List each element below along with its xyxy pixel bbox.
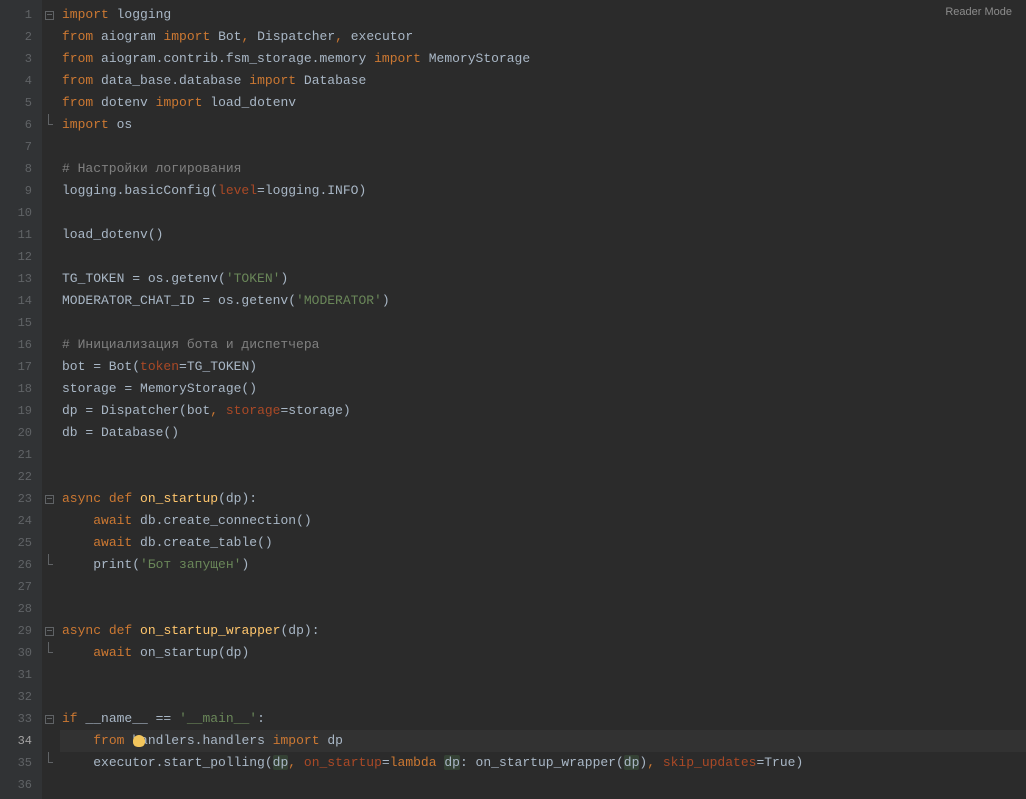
code-line[interactable] <box>60 774 1026 796</box>
code-line[interactable]: # Инициализация бота и диспетчера <box>60 334 1026 356</box>
line-number[interactable]: 26 <box>0 554 42 576</box>
code-line[interactable]: async def on_startup(dp): <box>60 488 1026 510</box>
code-line[interactable]: from aiogram import Bot, Dispatcher, exe… <box>60 26 1026 48</box>
line-number[interactable]: 2 <box>0 26 42 48</box>
code-line[interactable]: from data_base.database import Database <box>60 70 1026 92</box>
code-line[interactable]: if __name__ == '__main__': <box>60 708 1026 730</box>
code-line[interactable]: await db.create_table() <box>60 532 1026 554</box>
code-line[interactable]: print('Бот запущен') <box>60 554 1026 576</box>
line-number[interactable]: 30 <box>0 642 42 664</box>
fold-toggle-icon[interactable] <box>42 708 60 730</box>
code-line[interactable] <box>60 466 1026 488</box>
code-line[interactable] <box>60 444 1026 466</box>
code-editor[interactable]: 1 2 3 4 5 6 7 8 9 10 11 12 13 14 15 16 1… <box>0 0 1026 799</box>
line-number[interactable]: 18 <box>0 378 42 400</box>
code-line[interactable]: import logging <box>60 4 1026 26</box>
line-number[interactable]: 32 <box>0 686 42 708</box>
code-line[interactable]: from dotenv import load_dotenv <box>60 92 1026 114</box>
line-number[interactable]: 10 <box>0 202 42 224</box>
fold-end-icon <box>42 554 60 576</box>
code-line[interactable]: dp = Dispatcher(bot, storage=storage) <box>60 400 1026 422</box>
line-number[interactable]: 3 <box>0 48 42 70</box>
line-number[interactable]: 1 <box>0 4 42 26</box>
line-number[interactable]: 15 <box>0 312 42 334</box>
code-line[interactable]: MODERATOR_CHAT_ID = os.getenv('MODERATOR… <box>60 290 1026 312</box>
line-number[interactable]: 20 <box>0 422 42 444</box>
code-line[interactable] <box>60 246 1026 268</box>
line-number[interactable]: 28 <box>0 598 42 620</box>
code-line[interactable]: executor.start_polling(dp, on_startup=la… <box>60 752 1026 774</box>
code-line[interactable] <box>60 686 1026 708</box>
fold-end-icon <box>42 752 60 774</box>
line-number[interactable]: 5 <box>0 92 42 114</box>
line-number[interactable]: 21 <box>0 444 42 466</box>
lightbulb-icon[interactable] <box>133 735 145 747</box>
fold-toggle-icon[interactable] <box>42 488 60 510</box>
code-line[interactable]: TG_TOKEN = os.getenv('TOKEN') <box>60 268 1026 290</box>
line-number[interactable]: 23 <box>0 488 42 510</box>
code-line[interactable]: logging.basicConfig(level=logging.INFO) <box>60 180 1026 202</box>
code-line[interactable] <box>60 598 1026 620</box>
fold-toggle-icon[interactable] <box>42 620 60 642</box>
fold-end-icon <box>42 114 60 136</box>
line-number[interactable]: 4 <box>0 70 42 92</box>
line-number[interactable]: 24 <box>0 510 42 532</box>
code-line[interactable]: await on_startup(dp) <box>60 642 1026 664</box>
fold-toggle-icon[interactable] <box>42 4 60 26</box>
line-number[interactable]: 11 <box>0 224 42 246</box>
code-line[interactable] <box>60 136 1026 158</box>
line-number[interactable]: 6 <box>0 114 42 136</box>
reader-mode-button[interactable]: Reader Mode <box>945 6 1012 18</box>
line-number[interactable]: 13 <box>0 268 42 290</box>
line-number[interactable]: 27 <box>0 576 42 598</box>
line-number[interactable]: 16 <box>0 334 42 356</box>
code-line[interactable]: await db.create_connection() <box>60 510 1026 532</box>
code-line[interactable]: load_dotenv() <box>60 224 1026 246</box>
code-line[interactable]: import os <box>60 114 1026 136</box>
code-line[interactable] <box>60 664 1026 686</box>
line-number-gutter: 1 2 3 4 5 6 7 8 9 10 11 12 13 14 15 16 1… <box>0 0 42 799</box>
line-number[interactable]: 12 <box>0 246 42 268</box>
code-line[interactable] <box>60 576 1026 598</box>
code-line[interactable]: storage = MemoryStorage() <box>60 378 1026 400</box>
fold-end-icon <box>42 642 60 664</box>
line-number[interactable]: 36 <box>0 774 42 796</box>
code-line[interactable] <box>60 312 1026 334</box>
code-line[interactable] <box>60 202 1026 224</box>
line-number[interactable]: 22 <box>0 466 42 488</box>
line-number[interactable]: 33 <box>0 708 42 730</box>
line-number[interactable]: 25 <box>0 532 42 554</box>
code-line[interactable]: from aiogram.contrib.fsm_storage.memory … <box>60 48 1026 70</box>
code-line[interactable]: # Настройки логирования <box>60 158 1026 180</box>
line-number[interactable]: 7 <box>0 136 42 158</box>
line-number[interactable]: 35 <box>0 752 42 774</box>
line-number[interactable]: 31 <box>0 664 42 686</box>
code-line[interactable]: async def on_startup_wrapper(dp): <box>60 620 1026 642</box>
line-number[interactable]: 14 <box>0 290 42 312</box>
code-content[interactable]: import logging from aiogram import Bot, … <box>60 0 1026 799</box>
code-line[interactable]: from handlers.handlers import dp <box>60 730 1026 752</box>
code-line[interactable]: db = Database() <box>60 422 1026 444</box>
fold-gutter <box>42 0 60 799</box>
line-number[interactable]: 9 <box>0 180 42 202</box>
code-line[interactable]: bot = Bot(token=TG_TOKEN) <box>60 356 1026 378</box>
line-number[interactable]: 29 <box>0 620 42 642</box>
line-number[interactable]: 17 <box>0 356 42 378</box>
line-number[interactable]: 8 <box>0 158 42 180</box>
line-number[interactable]: 34 <box>0 730 42 752</box>
line-number[interactable]: 19 <box>0 400 42 422</box>
